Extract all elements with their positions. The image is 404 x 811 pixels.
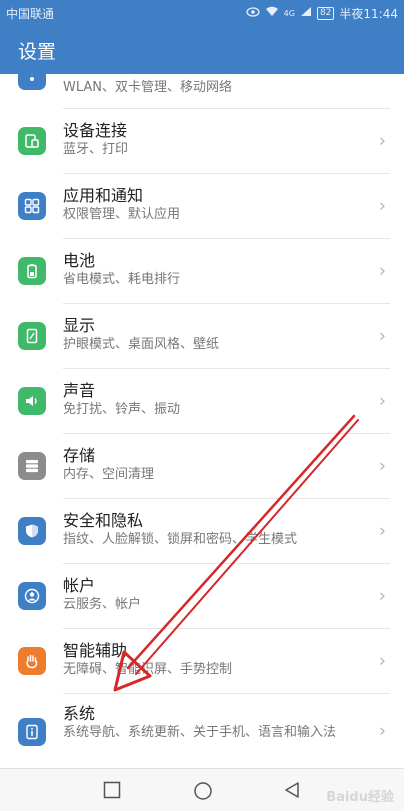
device-connect-icon <box>18 127 46 155</box>
chevron-right-icon: › <box>378 130 386 152</box>
network-type: 4G <box>283 8 295 18</box>
item-title: 存储 <box>63 446 96 465</box>
sound-icon <box>18 387 46 415</box>
eye-comfort-icon <box>246 6 260 20</box>
settings-item-security[interactable]: 安全和隐私 指纹、人脸解锁、锁屏和密码、学生模式 › <box>0 499 404 563</box>
item-subtitle: 内存、空间清理 <box>63 467 155 482</box>
item-subtitle: 云服务、帐户 <box>63 597 142 612</box>
carrier-name: 中国联通 <box>6 6 55 21</box>
settings-item-sound[interactable]: 声音 免打扰、铃声、振动 › <box>0 369 404 433</box>
info-icon <box>18 718 46 746</box>
settings-item-device-connect[interactable]: 设备连接 蓝牙、打印 › <box>0 109 404 173</box>
item-title: 智能辅助 <box>63 641 128 660</box>
settings-item-storage[interactable]: 存储 内存、空间清理 › <box>0 434 404 498</box>
item-title: 安全和隐私 <box>63 511 144 530</box>
settings-item-apps[interactable]: 应用和通知 权限管理、默认应用 › <box>0 174 404 238</box>
wifi-icon <box>265 6 279 20</box>
item-subtitle: 护眼模式、桌面风格、壁纸 <box>63 337 220 352</box>
home-icon[interactable] <box>193 781 213 805</box>
status-bar: 中国联通 4G 82 半夜11:44 <box>0 0 404 26</box>
battery-icon <box>18 257 46 285</box>
item-subtitle: WLAN、双卡管理、移动网络 <box>63 80 233 95</box>
settings-item-network[interactable]: WLAN、双卡管理、移动网络 <box>0 74 404 108</box>
settings-item-smart-assist[interactable]: 智能辅助 无障碍、智能识屏、手势控制 › <box>0 629 404 693</box>
status-right: 4G 82 半夜11:44 <box>246 5 398 22</box>
settings-item-battery[interactable]: 电池 省电模式、耗电排行 › <box>0 239 404 303</box>
chevron-right-icon: › <box>378 260 386 282</box>
chevron-right-icon: › <box>378 585 386 607</box>
item-title: 设备连接 <box>63 121 128 140</box>
apps-icon <box>18 192 46 220</box>
item-subtitle: 蓝牙、打印 <box>63 142 129 157</box>
app-bar: 设置 <box>0 26 404 74</box>
clock: 半夜11:44 <box>339 6 398 21</box>
item-title: 显示 <box>63 316 96 335</box>
settings-item-display[interactable]: 显示 护眼模式、桌面风格、壁纸 › <box>0 304 404 368</box>
item-subtitle: 无障碍、智能识屏、手势控制 <box>63 662 233 677</box>
chevron-right-icon: › <box>378 455 386 477</box>
item-subtitle: 免打扰、铃声、振动 <box>63 402 181 417</box>
chevron-right-icon: › <box>378 520 386 542</box>
item-title: 应用和通知 <box>63 186 144 205</box>
storage-icon <box>18 452 46 480</box>
item-subtitle: 指纹、人脸解锁、锁屏和密码、学生模式 <box>63 532 298 547</box>
item-subtitle: 系统导航、系统更新、关于手机、语言和输入法 <box>63 725 337 740</box>
chevron-right-icon: › <box>378 720 386 742</box>
chevron-right-icon: › <box>378 650 386 672</box>
watermark: Baidu经验 <box>326 790 394 805</box>
item-title: 声音 <box>63 381 96 400</box>
battery-level: 82 <box>316 6 335 20</box>
back-icon[interactable] <box>283 781 301 803</box>
item-title: 帐户 <box>63 576 96 595</box>
page-title: 设置 <box>18 40 57 63</box>
recent-apps-icon[interactable] <box>103 781 121 803</box>
account-icon <box>18 582 46 610</box>
item-subtitle: 省电模式、耗电排行 <box>63 272 181 287</box>
settings-item-account[interactable]: 帐户 云服务、帐户 › <box>0 564 404 628</box>
item-title: 系统 <box>63 704 96 723</box>
chevron-right-icon: › <box>378 390 386 412</box>
settings-list[interactable]: WLAN、双卡管理、移动网络 设备连接 蓝牙、打印 › 应用和通知 权限管理、默… <box>0 74 404 768</box>
display-icon <box>18 322 46 350</box>
network-icon <box>18 74 46 90</box>
chevron-right-icon: › <box>378 325 386 347</box>
chevron-right-icon: › <box>378 195 386 217</box>
item-subtitle: 权限管理、默认应用 <box>63 207 181 222</box>
item-title: 电池 <box>63 251 96 270</box>
hand-icon <box>18 647 46 675</box>
shield-icon <box>18 517 46 545</box>
signal-icon <box>300 6 312 20</box>
settings-item-system[interactable]: 系统 系统导航、系统更新、关于手机、语言和输入法 › <box>0 694 404 768</box>
